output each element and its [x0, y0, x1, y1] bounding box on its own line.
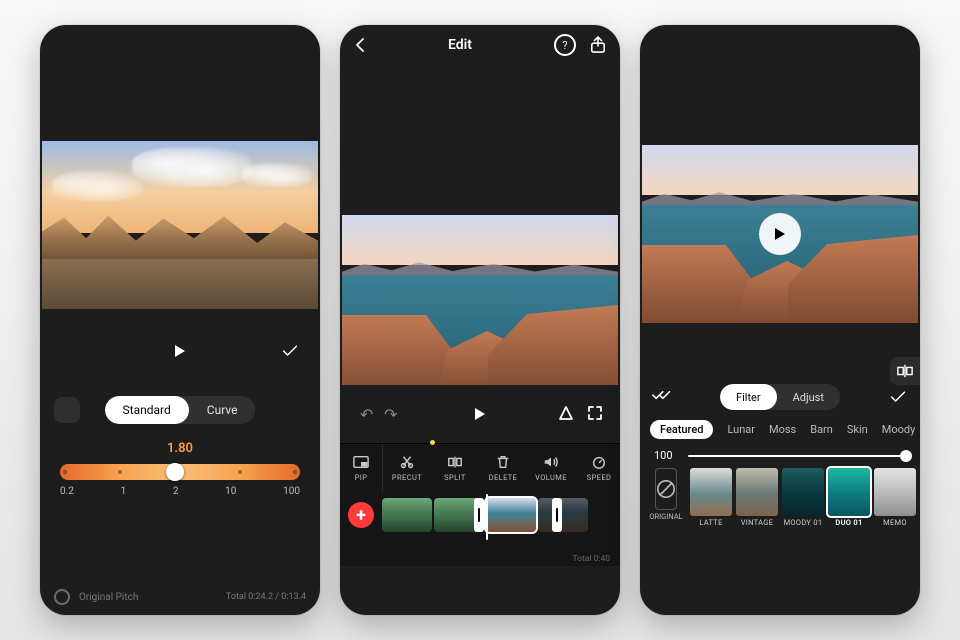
- intensity-value: 100: [654, 449, 678, 462]
- filter-chip[interactable]: VINTAGE: [736, 468, 778, 527]
- category-tab[interactable]: Lunar: [727, 423, 755, 436]
- screen-speed: Standard Curve 1.80 0.2 1 2 10 100: [40, 25, 320, 615]
- page-title: Edit: [448, 37, 472, 53]
- apply-all-button[interactable]: [652, 389, 672, 405]
- redo-button: ↷: [384, 405, 397, 424]
- filter-adjust-segment: Filter Adjust: [720, 384, 840, 410]
- screen-filter: Filter Adjust Featured Lunar Moss Barn S…: [640, 25, 920, 615]
- undo-button[interactable]: ↶: [360, 405, 373, 424]
- speed-wheel-button[interactable]: [54, 397, 80, 423]
- segment-curve[interactable]: Curve: [189, 396, 256, 424]
- speed-tick-labels: 0.2 1 2 10 100: [40, 486, 320, 497]
- fullscreen-button[interactable]: [588, 406, 602, 423]
- trim-handle-right[interactable]: [552, 498, 562, 532]
- edit-toolbar: PIP PRECUT SPLIT DELETE VOLUME: [340, 443, 620, 492]
- filter-category-tabs[interactable]: Featured Lunar Moss Barn Skin Moody Crea…: [640, 415, 920, 443]
- intensity-slider-thumb[interactable]: [900, 450, 912, 462]
- speed-value: 1.80: [40, 441, 320, 456]
- share-button[interactable]: [590, 36, 606, 54]
- tool-speed[interactable]: SPEED: [575, 444, 620, 492]
- screen-edit: Edit ? ↶ ↷: [340, 25, 620, 615]
- checkbox-icon: [54, 589, 70, 605]
- segment-filter[interactable]: Filter: [720, 384, 777, 410]
- confirm-button[interactable]: [890, 391, 906, 403]
- confirm-button[interactable]: [282, 345, 298, 357]
- aspect-button[interactable]: [558, 405, 574, 424]
- category-tab[interactable]: Moss: [769, 423, 796, 436]
- play-button[interactable]: [759, 213, 801, 255]
- video-preview: [342, 215, 618, 385]
- back-button[interactable]: [354, 37, 366, 53]
- tool-precut[interactable]: PRECUT: [383, 444, 431, 492]
- original-pitch-toggle[interactable]: Original Pitch: [54, 589, 138, 605]
- category-tab[interactable]: Skin: [847, 423, 868, 436]
- intensity-slider[interactable]: [688, 455, 906, 457]
- filter-chip[interactable]: MOODY 01: [782, 468, 824, 527]
- speed-mode-segment: Standard Curve: [105, 396, 256, 424]
- tool-split[interactable]: SPLIT: [431, 444, 479, 492]
- tool-volume[interactable]: VOLUME: [527, 444, 575, 492]
- video-preview: [642, 145, 918, 323]
- category-tab[interactable]: Featured: [650, 420, 713, 439]
- filter-chip-active[interactable]: DUO 01: [828, 468, 870, 527]
- tool-pip[interactable]: PIP: [340, 444, 383, 492]
- speed-slider[interactable]: [60, 464, 300, 480]
- play-button[interactable]: [175, 345, 185, 357]
- add-clip-button[interactable]: +: [348, 502, 374, 528]
- timeline-clip-selected[interactable]: 13.4: [486, 498, 536, 532]
- tool-delete[interactable]: DELETE: [479, 444, 527, 492]
- duration-summary: Total 0:24.2 / 0:13.4: [226, 592, 306, 602]
- filter-chip[interactable]: LATTE: [690, 468, 732, 527]
- filter-list[interactable]: ORIGINAL LATTE VINTAGE MOODY 01 DUO 01 M…: [640, 464, 920, 534]
- category-tab[interactable]: Barn: [810, 423, 833, 436]
- category-tab[interactable]: Moody: [882, 423, 916, 436]
- filter-chip[interactable]: MEMO: [874, 468, 916, 527]
- video-preview: [42, 141, 318, 309]
- filter-none[interactable]: [655, 468, 677, 510]
- timeline-clip[interactable]: [382, 498, 432, 532]
- speed-slider-thumb[interactable]: [166, 463, 184, 481]
- help-button[interactable]: ?: [554, 34, 576, 56]
- filter-label: ORIGINAL: [646, 512, 686, 521]
- play-button[interactable]: [475, 408, 485, 420]
- timeline[interactable]: + 13.4 Total 0:40: [340, 492, 620, 566]
- trim-handle-left[interactable]: [474, 498, 484, 532]
- timeline-total: Total 0:40: [573, 554, 610, 564]
- playhead[interactable]: [486, 494, 488, 540]
- segment-standard[interactable]: Standard: [105, 396, 189, 424]
- timeline-clip[interactable]: [538, 498, 588, 532]
- segment-adjust[interactable]: Adjust: [777, 384, 840, 410]
